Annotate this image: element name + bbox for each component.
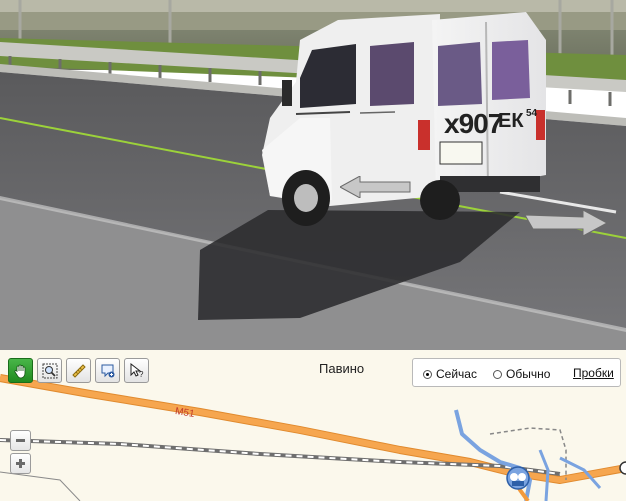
- balloon-icon: [101, 364, 114, 377]
- traffic-now-radio[interactable]: Сейчас: [423, 367, 477, 381]
- radio-unselected-indicator: [493, 369, 502, 379]
- panorama-scene: [0, 0, 626, 350]
- map-place-label: Павино: [319, 361, 365, 376]
- map-panel[interactable]: М51 ? Павино Сейчас Обычно Пробки: [0, 350, 626, 501]
- minus-icon: [16, 439, 25, 442]
- add-placemark-tool-button[interactable]: [95, 358, 120, 383]
- cursor-help-icon: ?: [130, 362, 144, 379]
- nav-arrow-back-icon[interactable]: [340, 176, 412, 198]
- zoom-area-tool-button[interactable]: [37, 358, 62, 383]
- traffic-usual-label: Обычно: [506, 367, 551, 381]
- zoom-area-icon: [42, 363, 57, 378]
- traffic-now-label: Сейчас: [436, 367, 477, 381]
- zoom-out-button[interactable]: [10, 430, 31, 451]
- ruler-icon: [71, 363, 86, 378]
- svg-text:?: ?: [139, 370, 144, 379]
- traffic-usual-radio[interactable]: Обычно: [493, 367, 550, 381]
- traffic-control: Сейчас Обычно Пробки: [412, 358, 621, 387]
- plus-icon: [16, 459, 25, 468]
- zoom-in-button[interactable]: [10, 453, 31, 474]
- map-toolbar: ?: [8, 358, 149, 383]
- traffic-link[interactable]: Пробки: [573, 366, 614, 380]
- van-plate-series: ЕК: [498, 110, 524, 132]
- hand-icon: [14, 364, 25, 378]
- help-cursor-tool-button[interactable]: ?: [124, 358, 149, 383]
- street-panorama[interactable]: х907 ЕК 54: [0, 0, 626, 350]
- viewer-position-icon[interactable]: [508, 467, 528, 489]
- pan-tool-button[interactable]: [8, 358, 33, 383]
- ruler-tool-button[interactable]: [66, 358, 91, 383]
- radio-selected-indicator: [423, 369, 432, 379]
- van-plate-number: х907: [444, 108, 503, 139]
- van-plate-region: 54: [526, 108, 538, 119]
- nav-arrow-forward-icon[interactable]: [525, 210, 607, 236]
